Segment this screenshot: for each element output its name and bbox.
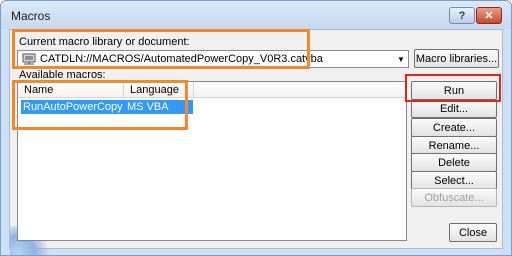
delete-button[interactable]: Delete <box>411 153 497 172</box>
obfuscate-button: Obfuscate... <box>411 188 497 207</box>
help-icon: ? <box>458 9 466 22</box>
close-button[interactable]: Close <box>449 223 497 242</box>
edit-button[interactable]: Edit... <box>411 99 497 118</box>
help-button[interactable]: ? <box>449 7 475 24</box>
macros-dialog: Macros ? ✕ Current macro library or docu… <box>0 0 512 256</box>
column-header-name[interactable]: Name <box>18 82 124 98</box>
list-item[interactable]: RunAutoPowerCopy MS VBA <box>21 100 193 114</box>
library-label: Current macro library or document: <box>19 36 190 48</box>
macro-language: MS VBA <box>127 101 169 113</box>
macro-libraries-button[interactable]: Macro libraries... <box>414 49 499 68</box>
library-combobox[interactable]: CATDLN://MACROS/AutomatedPowerCopy_V0R3.… <box>17 50 409 68</box>
chevron-down-icon[interactable]: ▼ <box>394 51 408 67</box>
available-macros-label: Available macros: <box>19 69 106 81</box>
column-header-language[interactable]: Language <box>124 82 194 98</box>
title-bar[interactable]: Macros ? ✕ <box>1 1 511 29</box>
macros-list[interactable]: Name Language RunAutoPowerCopy MS VBA <box>17 81 407 241</box>
run-button[interactable]: Run <box>411 81 497 100</box>
library-value: CATDLN://MACROS/AutomatedPowerCopy_V0R3.… <box>40 53 323 65</box>
create-button[interactable]: Create... <box>411 118 497 137</box>
close-icon: ✕ <box>484 10 494 22</box>
window-title: Macros <box>11 9 51 23</box>
network-library-icon <box>22 53 36 65</box>
macro-name: RunAutoPowerCopy <box>23 101 123 113</box>
list-header: Name Language <box>18 82 406 98</box>
title-close-button[interactable]: ✕ <box>476 7 502 24</box>
